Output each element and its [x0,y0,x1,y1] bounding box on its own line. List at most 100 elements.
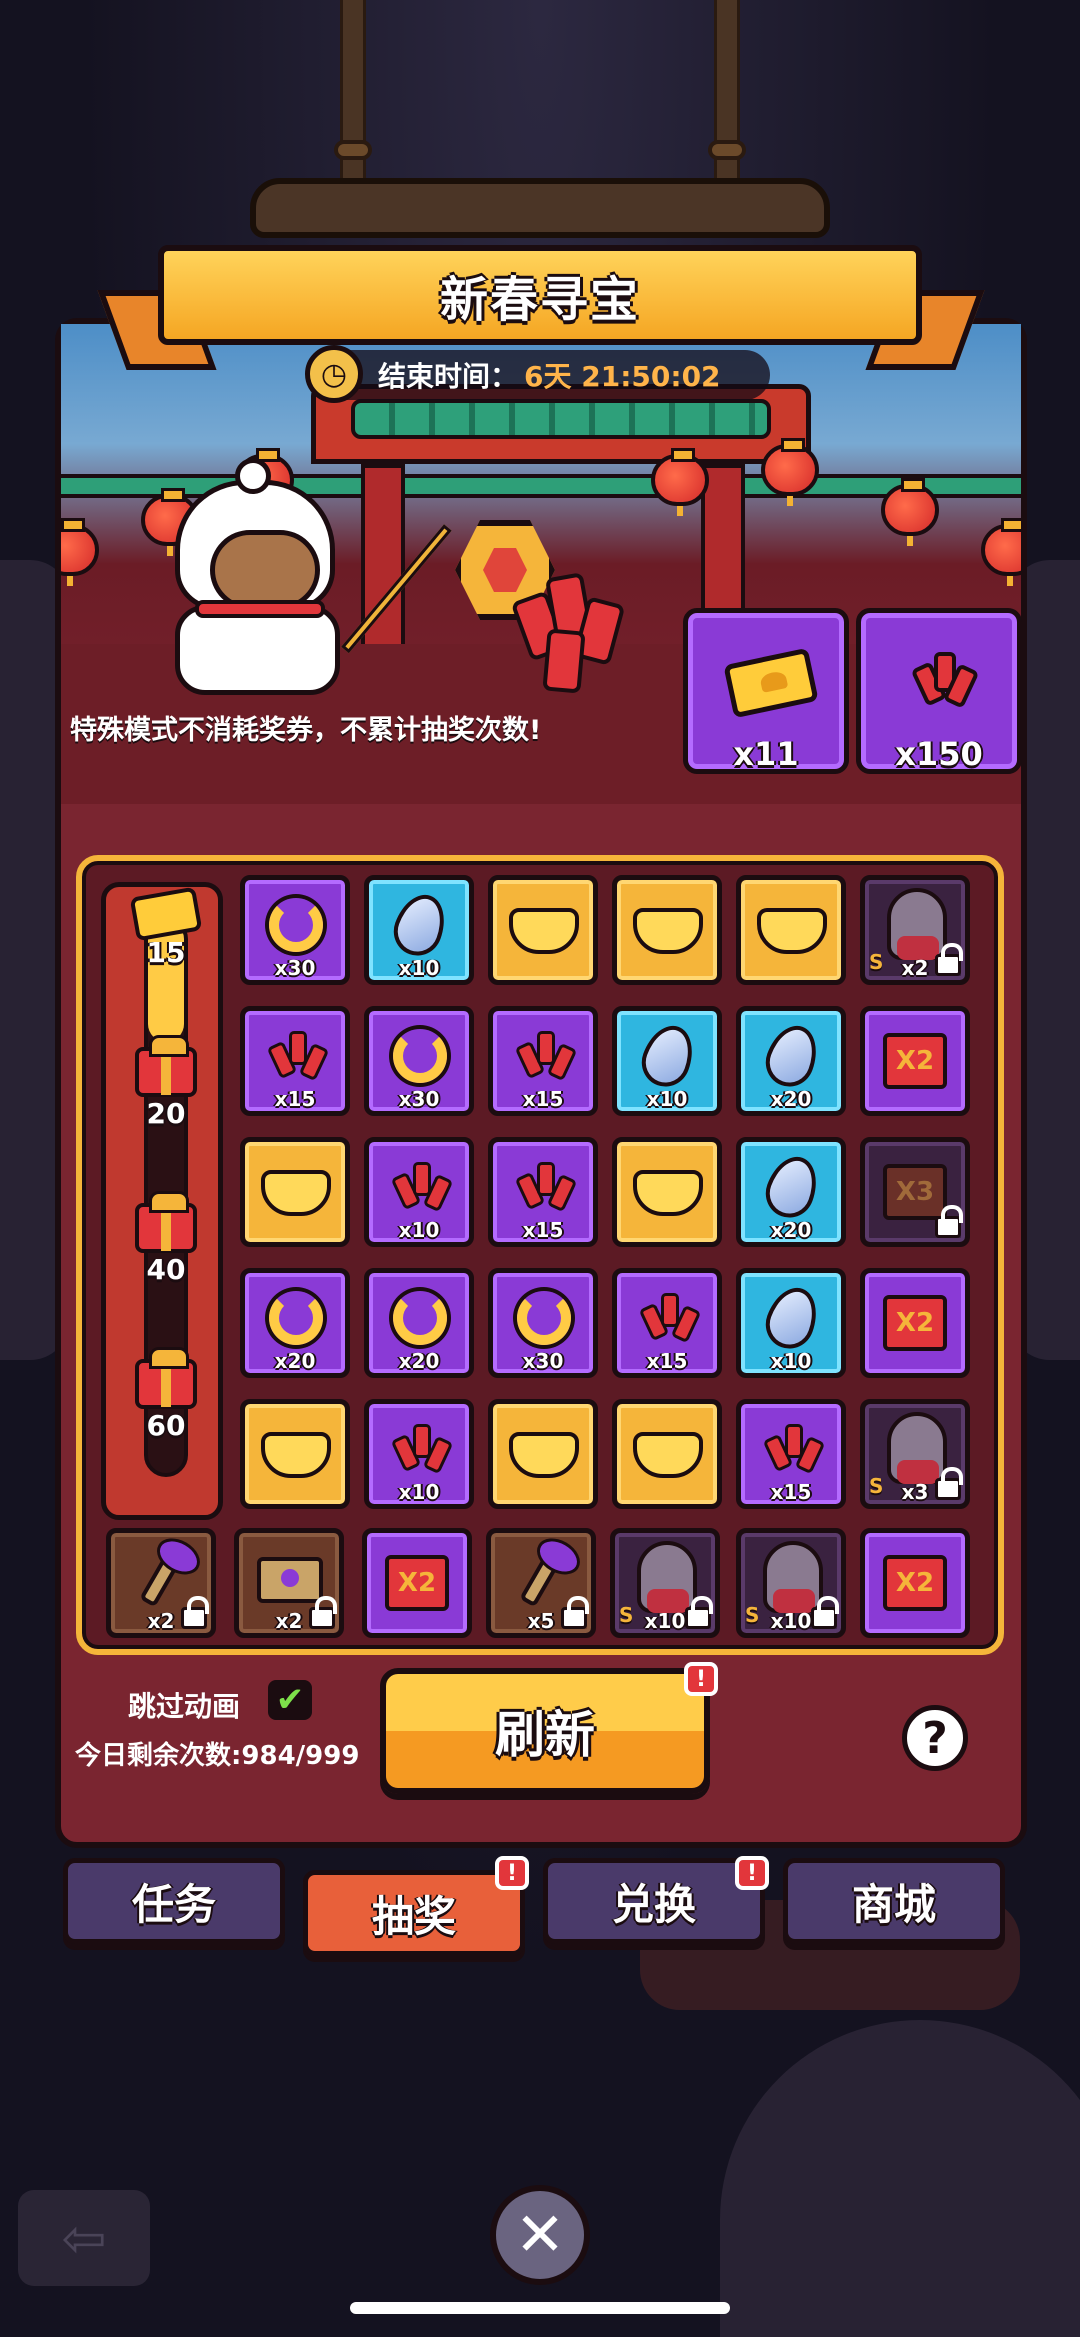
firecracker-count: x150 [895,735,983,773]
tile-quantity: x15 [274,1087,316,1111]
prize-tile[interactable]: x20 [736,1137,846,1247]
prize-tile[interactable]: X3 [860,1137,970,1247]
prize-tile[interactable] [240,1399,350,1509]
prize-tile[interactable] [736,875,846,985]
prize-tile[interactable] [612,1137,722,1247]
firecracker-icon [513,1156,578,1218]
prize-tile[interactable]: x15 [488,1137,598,1247]
milestone-60[interactable]: 60 [126,1347,206,1442]
close-button[interactable]: ✕ [490,2185,590,2285]
tile-quantity: x15 [646,1349,688,1373]
prize-tile[interactable]: x30 [488,1268,598,1378]
refresh-label: 刷新 [495,1706,595,1764]
lock-icon [685,1596,713,1629]
sign-knot [334,140,372,160]
rarity-tag: S [619,1603,634,1627]
prize-tile[interactable]: X2 [860,1268,970,1378]
tab-lottery[interactable]: 抽奖 [303,1870,525,1956]
horseshoe-icon [269,1291,323,1345]
prize-tile[interactable]: x15 [488,1006,598,1116]
rarity-tag: S [869,1474,884,1498]
help-button[interactable]: ? [902,1705,968,1771]
prize-tile[interactable]: x2 S [860,875,970,985]
prize-tile[interactable]: x30 [364,1006,474,1116]
multiplier-icon: X2 [385,1555,449,1611]
sign-knot [708,140,746,160]
gold-ingot-icon [261,1432,331,1478]
horseshoe-icon [393,1029,447,1083]
prize-tile[interactable] [612,1399,722,1509]
tile-quantity: x20 [398,1349,440,1373]
bonus-tile[interactable]: x2 [106,1528,216,1638]
milestone-20[interactable]: 20 [126,1035,206,1130]
lottery-alert-badge: ! [495,1856,529,1890]
firecracker-icon [513,1025,578,1087]
prize-tile[interactable]: x15 [612,1268,722,1378]
end-time-label: 结束时间： [378,360,519,393]
milestone-value: 60 [146,1409,186,1442]
prize-tile[interactable]: x20 [240,1268,350,1378]
tab-label: 兑换 [611,1879,696,1929]
lock-icon [181,1596,209,1629]
crystal-icon [758,1280,826,1356]
rarity-tag: S [745,1603,760,1627]
back-arrow-icon[interactable]: ⇦ [18,2190,150,2286]
firecracker-currency[interactable]: x150 [856,608,1022,774]
bonus-tile[interactable]: X2 [860,1528,970,1638]
horseshoe-icon [269,898,323,952]
prize-tile[interactable]: x3 S [860,1399,970,1509]
ticket-icon [723,647,819,719]
tile-quantity: x20 [770,1087,812,1111]
bonus-tile[interactable]: x10 S [736,1528,846,1638]
prize-tile[interactable] [240,1137,350,1247]
bottom-tabs: 任务 抽奖 ! 兑换 ! 商城 [55,1848,1027,1968]
tile-quantity: x20 [274,1349,316,1373]
firecracker-icon [761,1418,826,1480]
gold-ingot-icon [261,1170,331,1216]
firecracker-icon [389,1418,454,1480]
prize-tile[interactable] [488,875,598,985]
skip-animation-label: 跳过动画 [128,1690,241,1723]
tile-quantity: x10 [398,956,440,980]
prize-tile[interactable]: x20 [364,1268,474,1378]
prize-tile[interactable]: x10 [612,1006,722,1116]
multiplier-icon: X2 [883,1555,947,1611]
lock-icon [811,1596,839,1629]
bonus-tile[interactable]: X2 [362,1528,472,1638]
ticket-currency[interactable]: x11 [683,608,849,774]
character-shard-icon [763,1541,823,1613]
milestone-15[interactable]: 15 [126,886,206,969]
gold-ingot-icon [633,1432,703,1478]
title-banner: 新春寻宝 [158,245,922,345]
prize-tile[interactable]: x20 [736,1006,846,1116]
prize-tile[interactable]: x10 [364,875,474,985]
crystal-icon [758,1018,826,1094]
tab-label: 抽奖 [371,1891,456,1941]
ticket-icon [129,886,203,942]
prize-tile[interactable] [612,875,722,985]
prize-tile[interactable]: x15 [736,1399,846,1509]
refresh-button[interactable]: 刷新 [380,1668,710,1794]
prize-tile[interactable]: x10 [364,1137,474,1247]
prize-tile[interactable]: x10 [364,1399,474,1509]
gold-ingot-icon [633,1170,703,1216]
milestone-40[interactable]: 40 [126,1191,206,1286]
gold-ingot-icon [509,1432,579,1478]
bonus-tile[interactable]: x5 [486,1528,596,1638]
prize-tile[interactable]: X2 [860,1006,970,1116]
prize-tile[interactable] [488,1399,598,1509]
character-shard-icon [887,1412,947,1484]
tab-shop[interactable]: 商城 [783,1858,1005,1944]
lantern-icon [981,518,1021,586]
home-indicator [350,2302,730,2314]
prize-tile[interactable]: x10 [736,1268,846,1378]
skip-animation-checkbox[interactable]: ✔ [268,1680,312,1720]
gift-icon [135,1347,197,1409]
sign-rope [714,0,740,190]
tab-exchange[interactable]: 兑换 [543,1858,765,1944]
bonus-tile[interactable]: x10 S [610,1528,720,1638]
prize-tile[interactable]: x30 [240,875,350,985]
prize-tile[interactable]: x15 [240,1006,350,1116]
bonus-tile[interactable]: x2 [234,1528,344,1638]
tab-tasks[interactable]: 任务 [63,1858,285,1944]
